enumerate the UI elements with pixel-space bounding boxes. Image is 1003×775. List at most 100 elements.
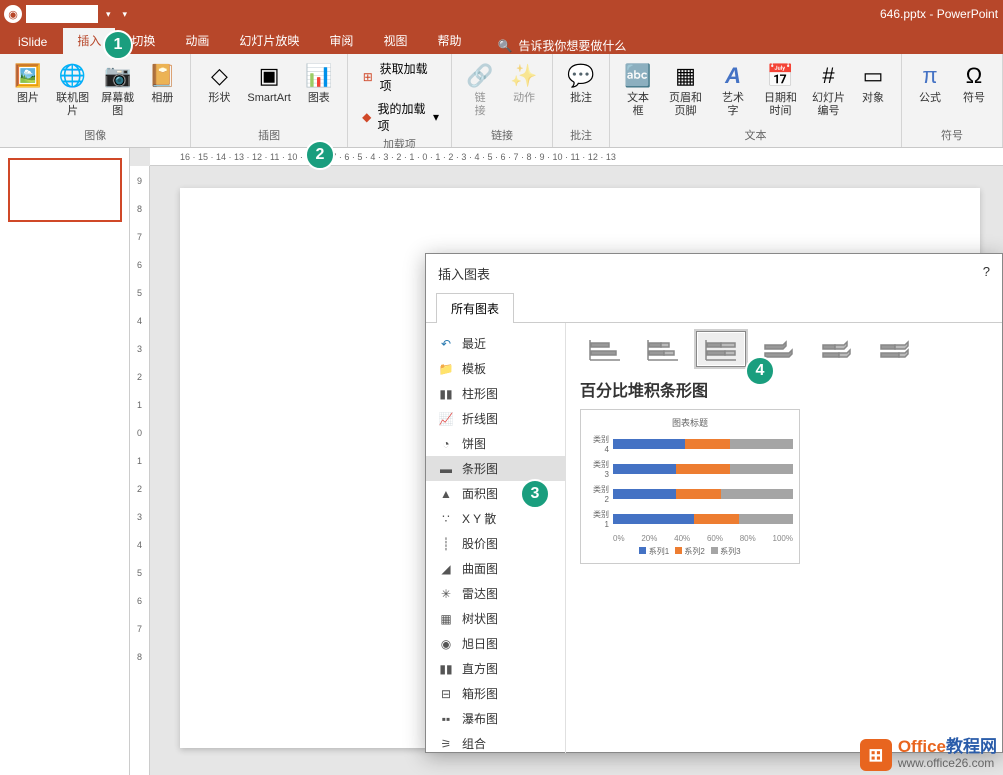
get-addins-button[interactable]: ⊞获取加载项 (356, 58, 443, 96)
subtype-clustered-bar[interactable] (580, 331, 630, 367)
ribbon: 🖼️图片 🌐联机图片 📷屏幕截图 📔相册 图像 ◇形状 ▣SmartArt 📊图… (0, 54, 1003, 148)
qat-dropdown[interactable] (26, 5, 98, 23)
cat-boxwhisker[interactable]: ⊟箱形图 (426, 681, 565, 706)
pictures-button[interactable]: 🖼️图片 (8, 58, 48, 107)
comment-icon: 💬 (565, 60, 597, 92)
subtype-3d-stacked-bar[interactable] (812, 331, 862, 367)
headerfooter-button[interactable]: ▦页眉和页脚 (662, 58, 709, 120)
group-label-illus: 插图 (258, 127, 280, 145)
cat-template[interactable]: 📁模板 (426, 356, 565, 381)
waterfall-icon: ▪▪ (438, 711, 454, 727)
cat-xy[interactable]: ∵X Y 散 (426, 506, 565, 531)
link-button[interactable]: 🔗链 接 (460, 58, 500, 120)
box-icon: ⊟ (438, 686, 454, 702)
tab-animation[interactable]: 动画 (171, 27, 223, 54)
tab-view[interactable]: 视图 (369, 27, 421, 54)
addins-icon: ◆ (360, 109, 374, 125)
link-icon: 🔗 (464, 60, 496, 92)
group-illustrations: ◇形状 ▣SmartArt 📊图表 插图 (191, 54, 347, 147)
cat-bar[interactable]: ▬条形图 (426, 456, 565, 481)
qat-arrow-icon[interactable]: ▾ (102, 9, 115, 20)
group-addins: ⊞获取加载项 ◆我的加载项 ▾ 加载项 (348, 54, 452, 147)
pie-icon: ◔ (438, 436, 454, 452)
comment-button[interactable]: 💬批注 (561, 58, 601, 107)
cat-pie[interactable]: ◔饼图 (426, 431, 565, 456)
preview-legend: 系列1 系列2 系列3 (587, 546, 793, 557)
window-title: 646.pptx - PowerPoint (880, 7, 998, 21)
vertical-ruler: 987654321012345678 (130, 166, 150, 775)
wordart-button[interactable]: A艺术字 (713, 58, 753, 120)
equation-icon: π (914, 60, 946, 92)
tab-islide[interactable]: iSlide (4, 30, 61, 54)
picture-icon: 🖼️ (12, 60, 44, 92)
treemap-icon: ▦ (438, 611, 454, 627)
my-addins-button[interactable]: ◆我的加载项 ▾ (356, 98, 443, 136)
dialog-help-button[interactable]: ? (983, 264, 990, 283)
action-icon: ✨ (508, 60, 540, 92)
dialog-tab-all[interactable]: 所有图表 (436, 293, 514, 323)
textbox-icon: 🔤 (622, 60, 654, 92)
cat-line[interactable]: 📈折线图 (426, 406, 565, 431)
symbol-icon: Ω (958, 60, 990, 92)
shapes-button[interactable]: ◇形状 (199, 58, 239, 107)
cat-sunburst[interactable]: ◉旭日图 (426, 631, 565, 656)
watermark: ⊞ Office教程网 www.office26.com (860, 739, 997, 771)
album-button[interactable]: 📔相册 (142, 58, 182, 107)
group-label-text: 文本 (745, 127, 767, 145)
preview-row: 类别 3 (587, 459, 793, 479)
histogram-icon: ▮▮ (438, 661, 454, 677)
chart-category-list: ↶最近 📁模板 ▮▮柱形图 📈折线图 ◔饼图 ▬条形图 ▲面积图 ∵X Y 散 … (426, 323, 566, 753)
preview-axis: 0%20%40%60%80%100% (587, 534, 793, 543)
subtype-3d-percent-stacked-bar[interactable] (870, 331, 920, 367)
chart-type-name: 百分比堆积条形图 (580, 377, 988, 401)
slidenum-button[interactable]: #幻灯片 编号 (808, 58, 849, 120)
cat-column[interactable]: ▮▮柱形图 (426, 381, 565, 406)
subtype-percent-stacked-bar[interactable] (696, 331, 746, 367)
cat-recent[interactable]: ↶最近 (426, 331, 565, 356)
album-icon: 📔 (146, 60, 178, 92)
symbol-button[interactable]: Ω符号 (954, 58, 994, 107)
slide-thumbnail-1[interactable] (8, 158, 122, 222)
datetime-button[interactable]: 📅日期和时间 (757, 58, 804, 120)
tab-slideshow[interactable]: 幻灯片放映 (225, 27, 313, 54)
chart-subtype-area: 百分比堆积条形图 图表标题 类别 4 类别 3 类别 2 类别 1 0%20%4… (566, 323, 1002, 753)
dialog-title: 插入图表 (438, 264, 490, 283)
subtype-stacked-bar[interactable] (638, 331, 688, 367)
smartart-button[interactable]: ▣SmartArt (243, 58, 294, 107)
annotation-step-3: 3 (520, 479, 550, 509)
tab-help[interactable]: 帮助 (423, 27, 475, 54)
cat-combo[interactable]: ⚞组合 (426, 731, 565, 756)
app-icon: ◉ (4, 5, 22, 23)
subtype-row (580, 331, 988, 367)
cat-treemap[interactable]: ▦树状图 (426, 606, 565, 631)
radar-icon: ✳ (438, 586, 454, 602)
watermark-icon: ⊞ (860, 739, 892, 771)
quick-access-toolbar: ◉ ▾ ▾ (0, 5, 131, 23)
cat-waterfall[interactable]: ▪▪瀑布图 (426, 706, 565, 731)
cat-surface[interactable]: ◢曲面图 (426, 556, 565, 581)
equation-button[interactable]: π公式 (910, 58, 950, 107)
dialog-titlebar[interactable]: 插入图表 ? (426, 254, 1002, 293)
action-button[interactable]: ✨动作 (504, 58, 544, 107)
tab-review[interactable]: 审阅 (315, 27, 367, 54)
group-text: 🔤文本框 ▦页眉和页脚 A艺术字 📅日期和时间 #幻灯片 编号 ▭对象 文本 (610, 54, 902, 147)
group-symbols: π公式 Ω符号 符号 (902, 54, 1003, 147)
screenshot-button[interactable]: 📷屏幕截图 (97, 58, 138, 120)
slidenum-icon: # (813, 60, 845, 92)
combo-icon: ⚞ (438, 736, 454, 752)
qat-more-icon[interactable]: ▾ (119, 9, 132, 20)
surface-icon: ◢ (438, 561, 454, 577)
cat-stock[interactable]: ┊股价图 (426, 531, 565, 556)
annotation-step-4: 4 (745, 356, 775, 386)
cat-radar[interactable]: ✳雷达图 (426, 581, 565, 606)
object-button[interactable]: ▭对象 (853, 58, 893, 107)
cat-histogram[interactable]: ▮▮直方图 (426, 656, 565, 681)
chart-preview[interactable]: 图表标题 类别 4 类别 3 类别 2 类别 1 0%20%40%60%80%1… (580, 409, 800, 564)
preview-row: 类别 4 (587, 434, 793, 454)
online-pictures-button[interactable]: 🌐联机图片 (52, 58, 93, 120)
slide-panel[interactable] (0, 148, 130, 775)
textbox-button[interactable]: 🔤文本框 (618, 58, 658, 120)
chart-button[interactable]: 📊图表 (299, 58, 339, 107)
tell-me-search[interactable]: 🔍 告诉我你想要做什么 (497, 37, 626, 54)
preview-title: 图表标题 (587, 416, 793, 429)
